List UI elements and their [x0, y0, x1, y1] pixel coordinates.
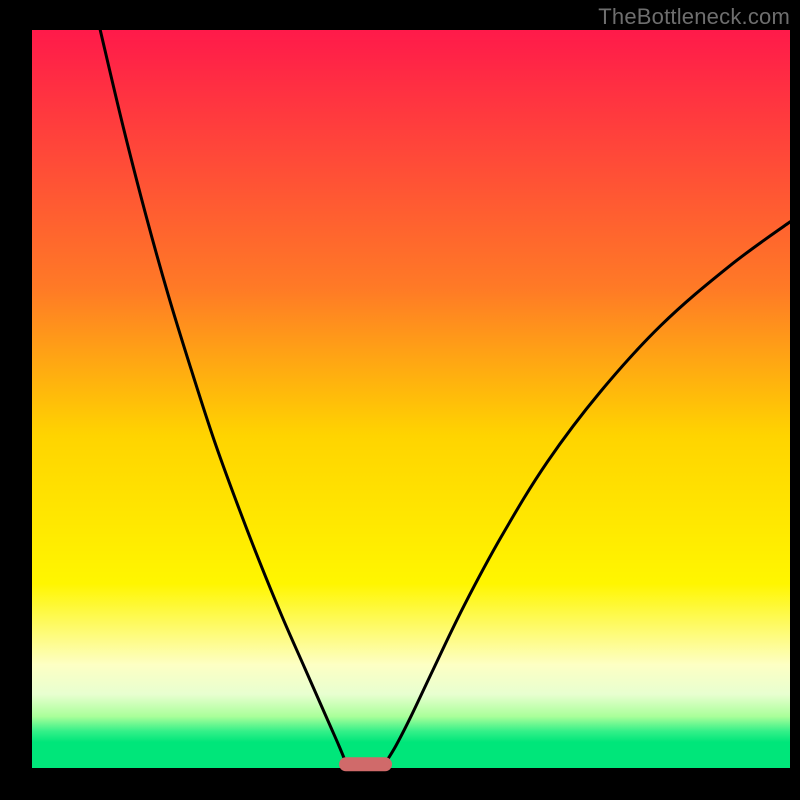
marker-group [339, 757, 392, 771]
gradient-background [32, 30, 790, 768]
optimal-marker [339, 757, 392, 771]
chart-frame: TheBottleneck.com [0, 0, 800, 800]
chart-canvas [0, 0, 800, 800]
watermark-text: TheBottleneck.com [598, 4, 790, 30]
